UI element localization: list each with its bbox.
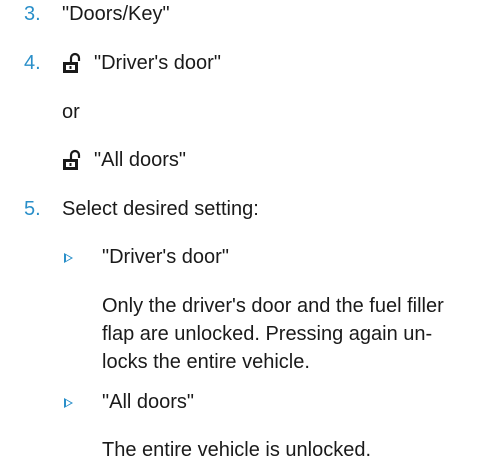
step-text: "All doors" [94,149,187,171]
option-label: "Driver's door" [102,246,229,268]
bullet-triangle-icon [64,253,73,263]
unlock-icon [63,149,81,170]
option-description-line: The entire vehicle is unlocked. [102,439,372,461]
option-description-line: flap are unlocked. Pressing again un- [102,323,433,345]
or-text: or [62,101,80,123]
step-number: 5. [24,198,41,220]
step-text: "Driver's door" [94,52,221,74]
step-number: 4. [24,52,41,74]
step-number: 3. [24,3,41,25]
option-description-line: Only the driver's door and the fuel fill… [102,295,444,317]
unlock-icon [63,52,81,73]
option-description-line: locks the entire vehicle. [102,351,310,373]
bullet-triangle-icon [64,398,73,408]
option-label: "All doors" [102,391,195,413]
step-text: Select desired setting: [62,198,259,220]
step-text: "Doors/Key" [62,3,170,25]
